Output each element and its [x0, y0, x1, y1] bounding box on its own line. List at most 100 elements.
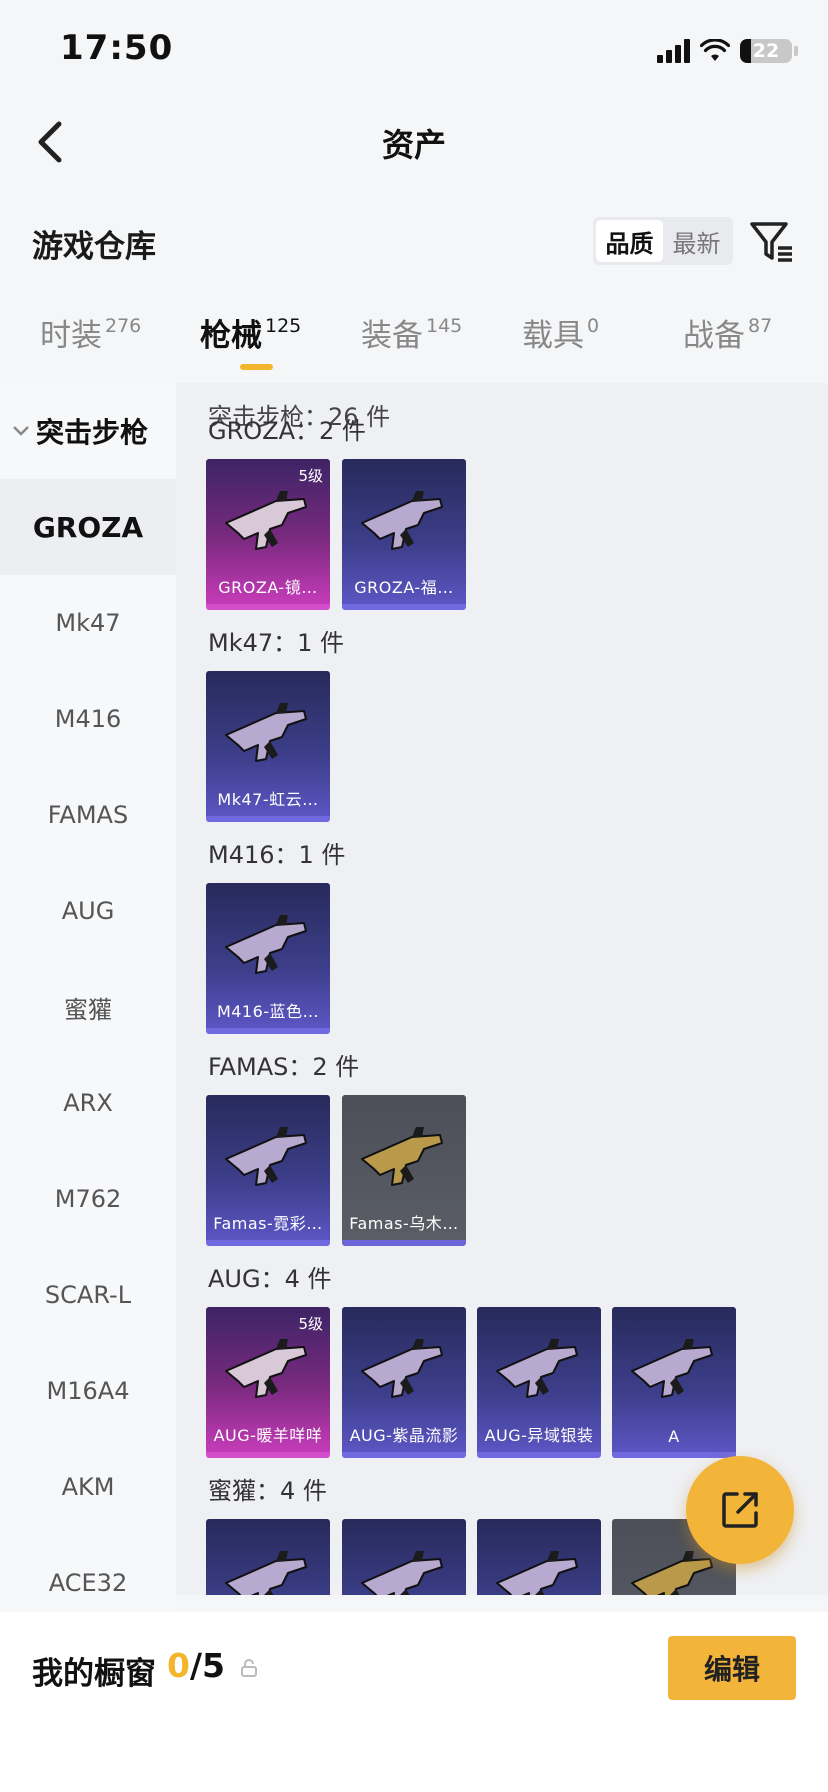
tab-label: 载具: [522, 318, 584, 354]
weapon-image: [361, 1339, 443, 1398]
weapon-skin-name: M416-蓝色…: [216, 1002, 320, 1021]
sidebar-item-mk47[interactable]: Mk47: [0, 575, 176, 671]
weapon-skin-card[interactable]: M416-蓝色…: [206, 883, 330, 1034]
sort-toggle: 品质 最新: [593, 217, 733, 265]
sidebar-item-arx[interactable]: ARX: [0, 1055, 176, 1151]
tab-label: 枪械: [200, 318, 262, 354]
sidebar-item-akm[interactable]: AKM: [0, 1439, 176, 1535]
tab-equipment[interactable]: 装备 145: [361, 310, 462, 382]
share-external-icon: [722, 1492, 758, 1528]
weapon-image: [496, 1339, 578, 1398]
weapon-skin-card[interactable]: AUG-紫晶流影: [342, 1307, 466, 1458]
weapon-image: [225, 1127, 307, 1186]
battery-level: 22: [752, 40, 780, 62]
page-title: 资产: [381, 126, 446, 164]
weapon-skin-card[interactable]: Mk47-虹云…: [206, 671, 330, 822]
group-title: GROZA：2 件: [208, 417, 366, 445]
group-title: M416：1 件: [208, 841, 346, 869]
section-header: 游戏仓库 品质 最新: [0, 205, 828, 275]
showcase-current: 0: [167, 1646, 190, 1685]
weapon-skin-card[interactable]: [342, 1519, 466, 1595]
sidebar-item-aug[interactable]: AUG: [0, 863, 176, 959]
nav-bar: 资产: [0, 100, 828, 180]
sort-option-latest[interactable]: 最新: [663, 220, 730, 262]
tab-supplies[interactable]: 战备 87: [683, 310, 772, 382]
sidebar-group-label: 突击步枪: [36, 416, 149, 449]
battery-icon: 22: [740, 39, 792, 63]
weapon-skin-name: AUG-暖羊咩咩: [213, 1426, 323, 1445]
sidebar-item-ace32[interactable]: ACE32: [0, 1535, 176, 1613]
group-title: AUG：4 件: [208, 1265, 332, 1293]
weapon-image: [225, 703, 307, 762]
weapon-image: [225, 1339, 307, 1398]
weapon-skin-card[interactable]: Famas-霓彩…: [206, 1095, 330, 1246]
weapon-skin-card[interactable]: AUG-异域银装: [477, 1307, 601, 1458]
weapon-skin-name: AUG-紫晶流影: [349, 1426, 459, 1445]
lock-icon: [241, 1659, 257, 1677]
weapon-skin-name: GROZA-镜…: [218, 578, 318, 597]
sidebar-item-scar-l[interactable]: SCAR-L: [0, 1247, 176, 1343]
weapon-image: [225, 915, 307, 974]
weapon-skin-card[interactable]: A: [612, 1307, 736, 1458]
tab-count: 0: [587, 315, 600, 337]
filter-button[interactable]: [748, 218, 796, 266]
tab-vehicles[interactable]: 载具 0: [522, 310, 599, 382]
weapon-content: 突击步枪：26 件 GROZA：2 件 5级 GROZA-镜… GROZA-福… Mk4…: [176, 383, 828, 1595]
active-tab-indicator: [240, 364, 273, 370]
group-title: FAMAS：2 件: [208, 1053, 360, 1081]
group-title: Mk47：1 件: [208, 629, 345, 657]
weapon-skin-card[interactable]: Famas-乌木…: [342, 1095, 466, 1246]
weapon-image: [361, 1551, 443, 1595]
showcase-count: 0/5: [167, 1646, 225, 1685]
level-badge: 5级: [298, 1315, 323, 1333]
weapon-skin-name: A: [668, 1427, 680, 1446]
tab-count: 276: [105, 315, 142, 337]
sidebar-item-m762[interactable]: M762: [0, 1151, 176, 1247]
sidebar-group-assault-rifle[interactable]: 突击步枪: [0, 383, 176, 479]
weapon-skin-card[interactable]: 5级 AUG-暖羊咩咩: [206, 1307, 330, 1458]
filter-icon: [750, 222, 792, 262]
weapon-image: [361, 1127, 443, 1186]
tab-count: 125: [265, 315, 302, 337]
battery-cap: [794, 46, 798, 56]
weapon-image: [225, 1551, 307, 1595]
share-button[interactable]: [686, 1456, 794, 1564]
sidebar-item-famas[interactable]: FAMAS: [0, 767, 176, 863]
group-title: 蜜獾：4 件: [208, 1477, 327, 1505]
status-icons: 22: [657, 34, 798, 68]
sort-option-quality[interactable]: 品质: [596, 220, 663, 262]
sidebar-item-m16a4[interactable]: M16A4: [0, 1343, 176, 1439]
weapon-skin-card[interactable]: 5级 GROZA-镜…: [206, 459, 330, 610]
section-title: 游戏仓库: [32, 229, 156, 265]
weapon-sidebar: 突击步枪 GROZA Mk47 M416 FAMAS AUG 蜜獾 ARX M7…: [0, 383, 176, 1613]
tab-count: 145: [426, 315, 463, 337]
weapon-image: [496, 1551, 578, 1595]
showcase-total: /5: [189, 1646, 225, 1685]
sidebar-item-honey-badger[interactable]: 蜜獾: [0, 959, 176, 1055]
tab-label: 装备: [361, 318, 423, 354]
tab-count: 87: [748, 315, 773, 337]
edit-button[interactable]: 编辑: [668, 1636, 796, 1700]
tab-label: 战备: [683, 318, 745, 354]
showcase-label: 我的橱窗: [32, 1656, 156, 1692]
weapon-image: [361, 491, 443, 550]
wifi-icon: [700, 39, 730, 61]
weapon-skin-name: AUG-异域银装: [484, 1426, 594, 1445]
status-time: 17:50: [60, 28, 174, 68]
weapon-image: [225, 491, 307, 550]
cellular-signal-icon: [657, 39, 690, 63]
weapon-skin-card[interactable]: GROZA-福…: [342, 459, 466, 610]
sidebar-item-groza[interactable]: GROZA: [0, 479, 176, 575]
weapon-skin-card[interactable]: [206, 1519, 330, 1595]
category-tabs: 时装 276 枪械 125 装备 145 载具 0 战备 87: [0, 310, 828, 382]
weapon-skin-name: Famas-霓彩…: [213, 1214, 323, 1233]
status-bar: 17:50 22: [0, 0, 828, 100]
tab-firearms[interactable]: 枪械 125: [200, 310, 301, 382]
weapon-skin-card[interactable]: [477, 1519, 601, 1595]
showcase-bar: 我的橱窗 0/5 编辑: [0, 1612, 828, 1792]
tab-fashion[interactable]: 时装 276: [40, 310, 141, 382]
chevron-down-icon: [12, 425, 30, 437]
weapon-skin-name: Mk47-虹云…: [217, 790, 319, 809]
sidebar-item-m416[interactable]: M416: [0, 671, 176, 767]
weapon-image: [631, 1339, 713, 1398]
